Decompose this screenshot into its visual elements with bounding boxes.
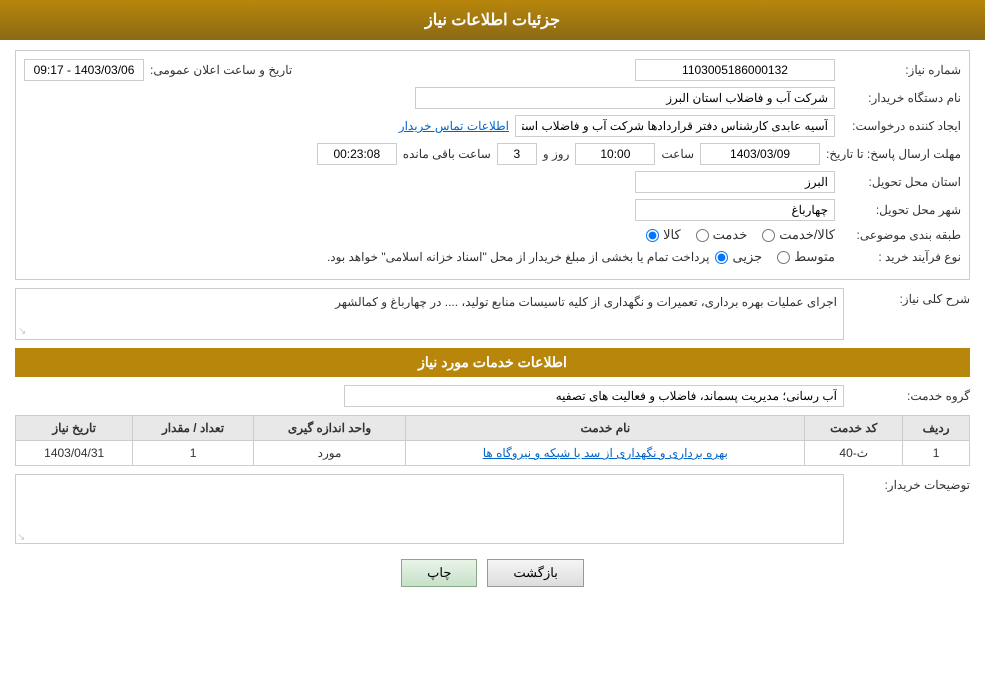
sharh-container: اجرای عملیات بهره برداری، تعمیرات و نگهد… bbox=[15, 288, 844, 340]
shomara-input[interactable] bbox=[635, 59, 835, 81]
col-name: نام خدمت bbox=[406, 416, 805, 441]
cell-tedad: 1 bbox=[133, 441, 253, 466]
sharh-label: شرح کلی نیاز: bbox=[850, 288, 970, 306]
tarikh-label: تاریخ و ساعت اعلان عمومی: bbox=[150, 63, 292, 77]
contact-link[interactable]: اطلاعات تماس خریدار bbox=[399, 119, 509, 133]
row-sharh: شرح کلی نیاز: اجرای عملیات بهره برداری، … bbox=[15, 288, 970, 340]
col-tedad: تعداد / مقدار bbox=[133, 416, 253, 441]
mohlat-date-input[interactable] bbox=[700, 143, 820, 165]
mohlat-label: مهلت ارسال پاسخ: تا تاریخ: bbox=[826, 147, 961, 161]
sharh-value: اجرای عملیات بهره برداری، تعمیرات و نگهد… bbox=[16, 289, 843, 339]
gorooh-label: گروه خدمت: bbox=[850, 389, 970, 403]
cell-vahed: مورد bbox=[253, 441, 406, 466]
radio-motavaset-label: متوسط bbox=[794, 249, 835, 265]
radio-motavaset[interactable]: متوسط bbox=[777, 249, 835, 265]
radio-kala-khedmat[interactable]: کالا/خدمت bbox=[762, 227, 835, 243]
col-vahed: واحد اندازه گیری bbox=[253, 416, 406, 441]
row-gorooh: گروه خدمت: bbox=[15, 385, 970, 407]
print-button[interactable]: چاپ bbox=[401, 559, 477, 587]
row-noe-farayand: نوع فرآیند خرید : متوسط جزیی پرداخت تمام… bbox=[24, 249, 961, 265]
cell-name[interactable]: بهره برداری و نگهداری از سد یا شبکه و نی… bbox=[406, 441, 805, 466]
radio-khedmat[interactable]: خدمت bbox=[696, 227, 748, 243]
row-mohlat: مهلت ارسال پاسخ: تا تاریخ: ساعت روز و سا… bbox=[24, 143, 961, 165]
toshihat-label: توضیحات خریدار: bbox=[850, 474, 970, 492]
mohlat-saat-input[interactable] bbox=[575, 143, 655, 165]
services-table: ردیف کد خدمت نام خدمت واحد اندازه گیری ت… bbox=[15, 415, 970, 466]
tabaghebandi-label: طبقه بندی موضوعی: bbox=[841, 228, 961, 242]
mohlat-baqi-label: ساعت باقی مانده bbox=[403, 147, 491, 161]
tabaghebandi-radio-group: کالا/خدمت خدمت کالا bbox=[646, 227, 835, 243]
radio-jozii[interactable]: جزیی bbox=[715, 249, 762, 265]
nam-dastgah-label: نام دستگاه خریدار: bbox=[841, 91, 961, 105]
radio-khedmat-label: خدمت bbox=[713, 227, 748, 243]
row-tabaghebandi: طبقه بندی موضوعی: کالا/خدمت خدمت کالا bbox=[24, 227, 961, 243]
resize-icon-2: ↘ bbox=[17, 532, 25, 543]
shomara-label: شماره نیاز: bbox=[841, 63, 961, 77]
noe-farayand-label: نوع فرآیند خرید : bbox=[841, 250, 961, 264]
col-tarikh: تاریخ نیاز bbox=[16, 416, 133, 441]
header-title: جزئیات اطلاعات نیاز bbox=[425, 12, 560, 29]
resize-icon: ↘ bbox=[18, 326, 26, 337]
services-table-container: ردیف کد خدمت نام خدمت واحد اندازه گیری ت… bbox=[15, 415, 970, 466]
row-shahr: شهر محل تحویل: bbox=[24, 199, 961, 221]
row-shomara-tarikh: شماره نیاز: تاریخ و ساعت اعلان عمومی: bbox=[24, 59, 961, 81]
ostan-input[interactable] bbox=[635, 171, 835, 193]
main-content: شماره نیاز: تاریخ و ساعت اعلان عمومی: نا… bbox=[0, 40, 985, 607]
table-row: 1 ث-40 بهره برداری و نگهداری از سد یا شب… bbox=[16, 441, 970, 466]
toshihat-textarea[interactable] bbox=[15, 474, 844, 544]
radio-kala[interactable]: کالا bbox=[646, 227, 681, 243]
back-button[interactable]: بازگشت bbox=[487, 559, 583, 587]
mohlat-baqi-input[interactable] bbox=[317, 143, 397, 165]
col-radif: ردیف bbox=[903, 416, 970, 441]
toshihat-container: ↘ bbox=[15, 474, 844, 547]
col-kod: کد خدمت bbox=[805, 416, 903, 441]
mohlat-rooz-label: روز و bbox=[543, 147, 570, 161]
khadamat-title: اطلاعات خدمات مورد نیاز bbox=[418, 354, 567, 370]
gorooh-input[interactable] bbox=[344, 385, 844, 407]
mohlat-saat-label: ساعت bbox=[661, 147, 694, 161]
radio-jozii-label: جزیی bbox=[732, 249, 762, 265]
cell-tarikh: 1403/04/31 bbox=[16, 441, 133, 466]
ostan-label: استان محل تحویل: bbox=[841, 175, 961, 189]
nam-dastgah-input[interactable] bbox=[415, 87, 835, 109]
cell-radif: 1 bbox=[903, 441, 970, 466]
row-ijad-konande: ایجاد کننده درخواست: اطلاعات تماس خریدار bbox=[24, 115, 961, 137]
noe-farayand-radio-group: متوسط جزیی bbox=[715, 249, 835, 265]
row-toshihat: توضیحات خریدار: ↘ bbox=[15, 474, 970, 547]
row-nam-dastgah: نام دستگاه خریدار: bbox=[24, 87, 961, 109]
radio-kala-label: کالا bbox=[663, 227, 681, 243]
buttons-row: بازگشت چاپ bbox=[15, 559, 970, 587]
khadamat-section-header: اطلاعات خدمات مورد نیاز bbox=[15, 348, 970, 377]
tarikh-input[interactable] bbox=[24, 59, 144, 81]
page-header: جزئیات اطلاعات نیاز bbox=[0, 0, 985, 40]
page-wrapper: جزئیات اطلاعات نیاز شماره نیاز: تاریخ و … bbox=[0, 0, 985, 691]
mohlat-rooz-input[interactable] bbox=[497, 143, 537, 165]
shahr-input[interactable] bbox=[635, 199, 835, 221]
noe-farayand-text: پرداخت تمام یا بخشی از مبلغ خریدار از مح… bbox=[327, 250, 710, 264]
cell-kod: ث-40 bbox=[805, 441, 903, 466]
shahr-label: شهر محل تحویل: bbox=[841, 203, 961, 217]
radio-kala-khedmat-label: کالا/خدمت bbox=[779, 227, 835, 243]
ijad-konande-label: ایجاد کننده درخواست: bbox=[841, 119, 961, 133]
top-info-section: شماره نیاز: تاریخ و ساعت اعلان عمومی: نا… bbox=[15, 50, 970, 280]
ijad-konande-input[interactable] bbox=[515, 115, 835, 137]
row-ostan: استان محل تحویل: bbox=[24, 171, 961, 193]
